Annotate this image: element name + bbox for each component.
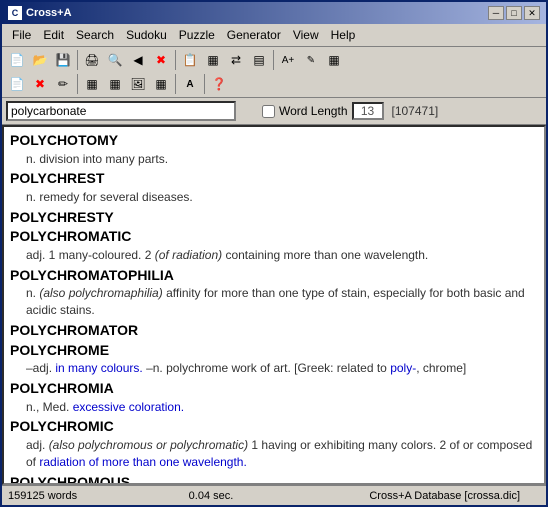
word-length-value: 13 [352,102,384,120]
menu-search[interactable]: Search [70,26,120,44]
title-controls: ─ □ ✕ [488,6,540,20]
grid3-button[interactable]: ▦ [104,73,126,95]
preview-button[interactable]: 🔍 [104,49,126,71]
close-button[interactable]: ✕ [524,6,540,20]
new-button[interactable]: 📄 [6,49,28,71]
font-inc-button[interactable]: A+ [277,49,299,71]
stop-button[interactable]: ✖ [150,49,172,71]
toolbar-sep2 [175,50,176,70]
word-length-checkbox[interactable] [262,105,275,118]
menu-help[interactable]: Help [325,26,362,44]
entry-def-polychromic: adj. (also polychromous or polychromatic… [26,437,538,471]
word-count: [107471] [392,104,439,118]
toolbar-row1: 📄 📂 💾 🖨 🔍 ◀ ✖ 📋 ▦ ⇄ ▤ A+ ✎ ▦ [6,49,542,71]
entry-word-polychromatophilia: POLYCHROMATOPHILIA [10,266,538,286]
title-bar-left: C Cross+A [8,6,72,20]
main-window: C Cross+A ─ □ ✕ File Edit Search Sudoku … [0,0,548,507]
chart-button[interactable]: ▤ [248,49,270,71]
search-input[interactable] [6,101,236,121]
entry-def-polychromia: n., Med. excessive coloration. [26,399,538,416]
status-words: 159125 words [8,490,179,502]
delete-button[interactable]: ✖ [29,73,51,95]
window-title: Cross+A [26,7,72,19]
menu-generator[interactable]: Generator [221,26,287,44]
title-bar: C Cross+A ─ □ ✕ [2,2,546,24]
statusbar: 159125 words 0.04 sec. Cross+A Database … [2,485,546,505]
menu-view[interactable]: View [287,26,325,44]
status-time: 0.04 sec. [189,490,360,502]
menu-file[interactable]: File [6,26,37,44]
copy-button[interactable]: 📋 [179,49,201,71]
entry-def-polychotomy: n. division into many parts. [26,151,538,168]
new2-button[interactable]: 📄 [6,73,28,95]
save-button[interactable]: 💾 [52,49,74,71]
help-button[interactable]: ❓ [208,73,230,95]
toolbar-row2: 📄 ✖ ✏ ▦ ▦ 🖼 ▦ A ❓ [6,73,542,95]
search-bar: Word Length 13 [107471] [2,98,546,125]
toolbar-sep1 [77,50,78,70]
content-area: POLYCHOTOMY n. division into many parts.… [2,125,546,485]
minimize-button[interactable]: ─ [488,6,504,20]
entry-word-polychromatic: POLYCHROMATIC [10,227,538,247]
grid2-button[interactable]: ▦ [81,73,103,95]
maximize-button[interactable]: □ [506,6,522,20]
entry-word-polychromic: POLYCHROMIC [10,417,538,437]
menubar: File Edit Search Sudoku Puzzle Generator… [2,24,546,47]
table-button[interactable]: ▦ [202,49,224,71]
edit-button[interactable]: ✏ [52,73,74,95]
entry-def-polychrome: –adj. in many colours. –n. polychrome wo… [26,360,538,377]
menu-sudoku[interactable]: Sudoku [120,26,173,44]
entry-word-polychrome: POLYCHROME [10,341,538,361]
open-button[interactable]: 📂 [29,49,51,71]
entry-def-polychrest: n. remedy for several diseases. [26,189,538,206]
dictionary-content[interactable]: POLYCHOTOMY n. division into many parts.… [2,125,546,485]
menu-puzzle[interactable]: Puzzle [173,26,221,44]
entry-def-polychromatophilia: n. (also polychromaphilia) affinity for … [26,285,538,319]
print-button[interactable]: 🖨 [81,49,103,71]
entry-word-polychromia: POLYCHROMIA [10,379,538,399]
font-btn2[interactable]: ✎ [300,49,322,71]
entry-word-polychrest: POLYCHREST [10,169,538,189]
toolbar-sep6 [204,74,205,94]
shuffle-button[interactable]: ⇄ [225,49,247,71]
text-button[interactable]: A [179,73,201,95]
grid4-button[interactable]: ▦ [150,73,172,95]
back-button[interactable]: ◀ [127,49,149,71]
status-database: Cross+A Database [crossa.dic] [369,490,540,502]
word-length-section: Word Length 13 [107471] [262,102,438,120]
grid-btn[interactable]: ▦ [323,49,345,71]
entry-word-polychromous: POLYCHROMOUS [10,473,538,485]
entry-word-polychresty: POLYCHRESTY [10,208,538,228]
toolbar-sep4 [77,74,78,94]
image-button[interactable]: 🖼 [127,73,149,95]
toolbar-sep5 [175,74,176,94]
entry-word-polychromator: POLYCHROMATOR [10,321,538,341]
toolbar-sep3 [273,50,274,70]
word-length-label: Word Length [279,104,348,118]
entry-word-polychotomy: POLYCHOTOMY [10,131,538,151]
toolbar: 📄 📂 💾 🖨 🔍 ◀ ✖ 📋 ▦ ⇄ ▤ A+ ✎ ▦ 📄 ✖ ✏ ▦ ▦ [2,47,546,98]
menu-edit[interactable]: Edit [37,26,70,44]
app-icon: C [8,6,22,20]
entry-def-polychromatic: adj. 1 many-coloured. 2 (of radiation) c… [26,247,538,264]
